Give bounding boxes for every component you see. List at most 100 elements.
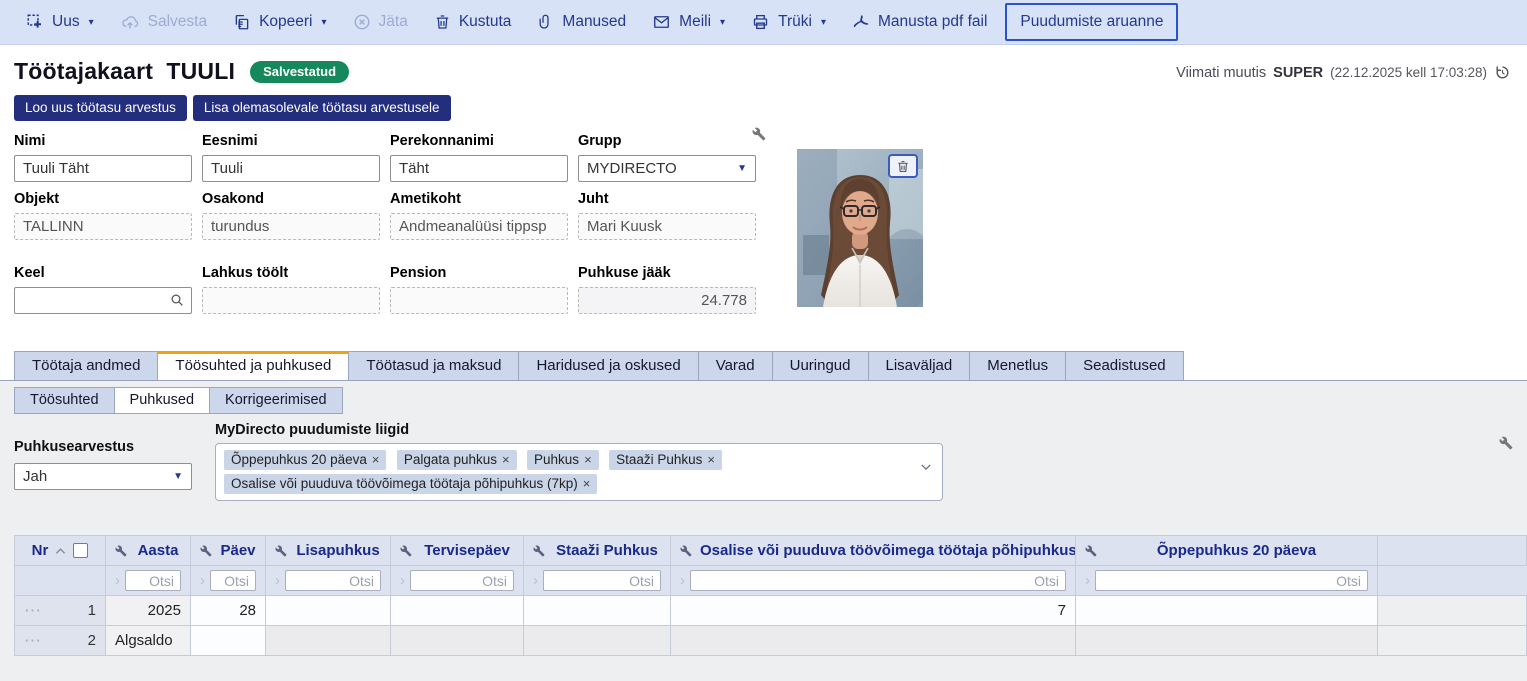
filter-expand-icon[interactable]: ›	[400, 572, 405, 589]
filter-paev-input[interactable]	[210, 570, 256, 591]
cell-osalise[interactable]	[671, 626, 1076, 656]
tab-tootasud-ja-maksud[interactable]: Töötasud ja maksud	[349, 351, 519, 380]
pension-input[interactable]	[390, 287, 568, 314]
row-menu-icon[interactable]: ⋯	[24, 636, 42, 646]
osakond-input[interactable]	[202, 213, 380, 240]
col-header-tervisepaev[interactable]: Tervisepäev	[391, 536, 524, 566]
row-nr-cell[interactable]: ⋯1	[15, 596, 106, 626]
select-all-checkbox[interactable]	[73, 543, 88, 558]
cell-aasta[interactable]: 2025	[106, 596, 191, 626]
ametikoht-input[interactable]	[390, 213, 568, 240]
caret-down-icon[interactable]: ▾	[821, 17, 826, 28]
table-row[interactable]: ⋯1 2025 28 7	[15, 596, 1527, 626]
cell-staazi[interactable]	[524, 626, 671, 656]
chip-oppepuhkus[interactable]: Õppepuhkus 20 päeva×	[224, 450, 386, 470]
col-header-oppepuhkus[interactable]: Õppepuhkus 20 päeva	[1076, 536, 1378, 566]
attach-pdf-button[interactable]: Manusta pdf fail	[840, 6, 999, 38]
juht-input[interactable]	[578, 213, 756, 240]
filter-aasta-input[interactable]	[125, 570, 181, 591]
cell-lisapuhkus[interactable]	[266, 596, 391, 626]
tab-uuringud[interactable]: Uuringud	[773, 351, 869, 380]
filter-expand-icon[interactable]: ›	[533, 572, 538, 589]
wrench-icon[interactable]	[752, 127, 766, 141]
chip-osalise-pohipuhkus[interactable]: Osalise või puuduva töövõimega töötaja p…	[224, 474, 597, 494]
perekonnanimi-input[interactable]	[390, 155, 568, 182]
filter-oppepuhkus-input[interactable]	[1095, 570, 1368, 591]
col-header-osalise-pohipuhkus[interactable]: Osalise või puuduva töövõimega töötaja p…	[671, 536, 1076, 566]
filter-expand-icon[interactable]: ›	[115, 572, 120, 589]
delete-photo-button[interactable]	[888, 154, 918, 178]
filter-lisapuhkus-input[interactable]	[285, 570, 381, 591]
tab-haridused-ja-oskused[interactable]: Haridused ja oskused	[519, 351, 698, 380]
tab-seadistused[interactable]: Seadistused	[1066, 351, 1184, 380]
cell-tervisepaev[interactable]	[391, 596, 524, 626]
puhkusearvestus-select[interactable]: Jah ▼	[14, 463, 192, 490]
filter-tervisepaev-input[interactable]	[410, 570, 514, 591]
sort-asc-icon[interactable]	[55, 547, 66, 555]
keel-input[interactable]	[14, 287, 192, 314]
col-header-lisapuhkus[interactable]: Lisapuhkus	[266, 536, 391, 566]
wrench-icon[interactable]	[1085, 545, 1097, 557]
new-button[interactable]: Uus ▾	[14, 6, 106, 38]
lahkus-toolt-input[interactable]	[202, 287, 380, 314]
chip-remove-icon[interactable]: ×	[502, 452, 510, 467]
search-icon[interactable]	[169, 292, 185, 308]
col-header-aasta[interactable]: Aasta	[106, 536, 191, 566]
filter-expand-icon[interactable]: ›	[1085, 572, 1090, 589]
add-to-payroll-button[interactable]: Lisa olemasolevale töötasu arvestusele	[193, 95, 451, 121]
cell-aasta[interactable]: Algsaldo	[106, 626, 191, 656]
create-payroll-button[interactable]: Loo uus töötasu arvestus	[14, 95, 187, 121]
chip-remove-icon[interactable]: ×	[707, 452, 715, 467]
wrench-icon[interactable]	[400, 545, 412, 557]
cell-lisapuhkus[interactable]	[266, 626, 391, 656]
filter-staazi-input[interactable]	[543, 570, 661, 591]
col-header-staazi-puhkus[interactable]: Staaži Puhkus	[524, 536, 671, 566]
chip-palgata-puhkus[interactable]: Palgata puhkus×	[397, 450, 517, 470]
chip-puhkus[interactable]: Puhkus×	[527, 450, 599, 470]
cell-paev[interactable]	[191, 626, 266, 656]
tab-toosuhted-ja-puhkused[interactable]: Töösuhted ja puhkused	[158, 351, 349, 380]
wrench-icon[interactable]	[275, 545, 287, 557]
filter-expand-icon[interactable]: ›	[680, 572, 685, 589]
chip-staazi-puhkus[interactable]: Staaži Puhkus×	[609, 450, 722, 470]
row-menu-icon[interactable]: ⋯	[24, 606, 42, 616]
table-row[interactable]: ⋯2 Algsaldo	[15, 626, 1527, 656]
tab-tootaja-andmed[interactable]: Töötaja andmed	[14, 351, 158, 380]
filter-osalise-input[interactable]	[690, 570, 1066, 591]
cell-staazi[interactable]	[524, 596, 671, 626]
caret-down-icon[interactable]: ▾	[720, 17, 725, 28]
wrench-icon[interactable]	[200, 545, 212, 557]
cell-oppepuhkus[interactable]	[1076, 596, 1378, 626]
nr-header[interactable]: Nr	[15, 536, 106, 566]
copy-button[interactable]: Kopeeri ▾	[221, 6, 338, 38]
cell-tervisepaev[interactable]	[391, 626, 524, 656]
puudumiste-liigid-multiselect[interactable]: Õppepuhkus 20 päeva× Palgata puhkus× Puh…	[215, 443, 943, 501]
filter-expand-icon[interactable]: ›	[275, 572, 280, 589]
subtab-puhkused[interactable]: Puhkused	[115, 387, 211, 414]
eesnimi-input[interactable]	[202, 155, 380, 182]
filter-expand-icon[interactable]: ›	[200, 572, 205, 589]
cell-oppepuhkus[interactable]	[1076, 626, 1378, 656]
tab-menetlus[interactable]: Menetlus	[970, 351, 1066, 380]
row-nr-cell[interactable]: ⋯2	[15, 626, 106, 656]
subtab-korrigeerimised[interactable]: Korrigeerimised	[210, 387, 343, 414]
mail-button[interactable]: Meili ▾	[640, 6, 737, 38]
cell-paev[interactable]: 28	[191, 596, 266, 626]
chip-remove-icon[interactable]: ×	[583, 476, 591, 491]
caret-down-icon[interactable]: ▾	[89, 17, 94, 28]
chevron-down-icon[interactable]	[919, 460, 933, 474]
grupp-select[interactable]: MYDIRECTO ▼	[578, 155, 756, 182]
caret-down-icon[interactable]: ▾	[322, 17, 327, 28]
cell-osalise[interactable]: 7	[671, 596, 1076, 626]
chip-remove-icon[interactable]: ×	[372, 452, 380, 467]
history-icon[interactable]	[1494, 64, 1511, 81]
tab-lisavaljad[interactable]: Lisaväljad	[869, 351, 971, 380]
tab-varad[interactable]: Varad	[699, 351, 773, 380]
nimi-input[interactable]	[14, 155, 192, 182]
save-button[interactable]: Salvesta	[108, 6, 219, 38]
wrench-icon[interactable]	[680, 545, 692, 557]
print-button[interactable]: Trüki ▾	[739, 6, 838, 38]
discard-button[interactable]: Jäta	[341, 6, 420, 38]
col-header-paev[interactable]: Päev	[191, 536, 266, 566]
delete-button[interactable]: Kustuta	[422, 6, 524, 38]
